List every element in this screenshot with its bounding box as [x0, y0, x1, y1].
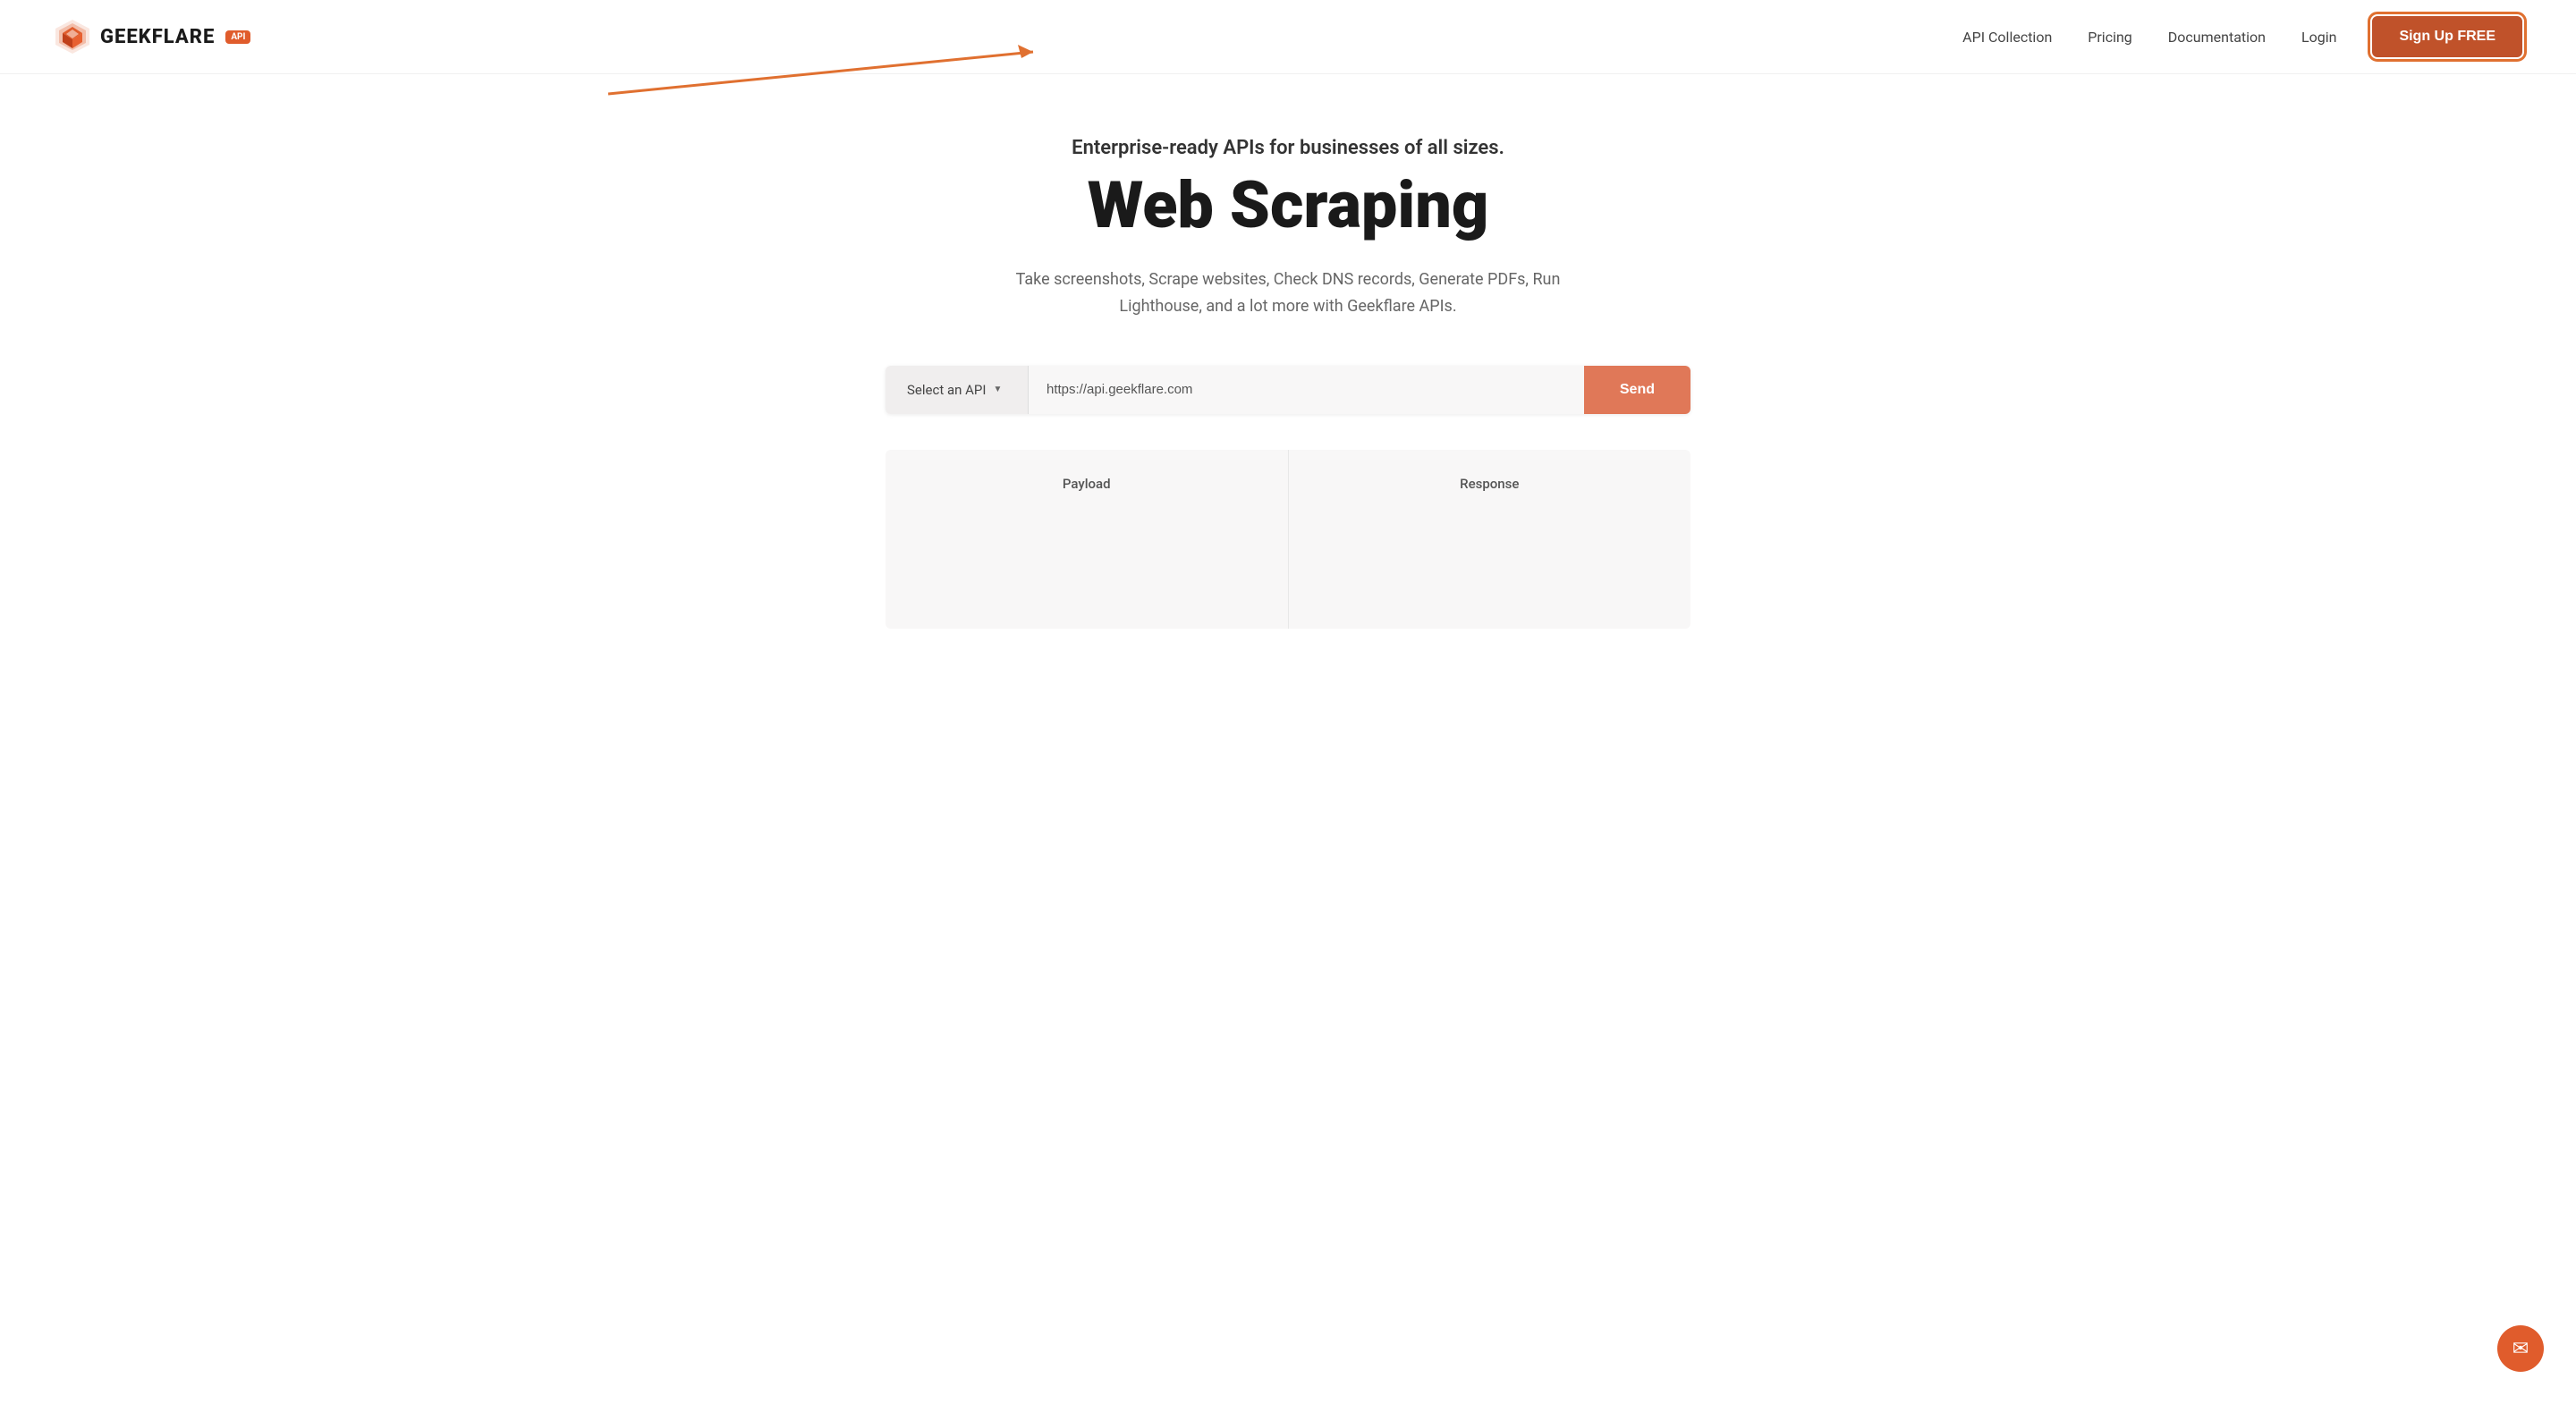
send-button[interactable]: Send	[1584, 366, 1690, 414]
payload-label: Payload	[1063, 476, 1111, 492]
nav-documentation[interactable]: Documentation	[2168, 29, 2266, 46]
chat-bubble-button[interactable]: ✉	[2497, 1325, 2544, 1372]
chat-icon: ✉	[2512, 1338, 2529, 1360]
hero-title: Web Scraping	[18, 172, 2558, 240]
nav-pricing[interactable]: Pricing	[2088, 29, 2132, 46]
logo-text: GEEKFLARE	[100, 26, 215, 48]
main-nav: API Collection Pricing Documentation Log…	[1962, 16, 2522, 57]
geekflare-logo-icon	[54, 18, 91, 55]
signup-button[interactable]: Sign Up FREE	[2372, 16, 2522, 57]
header: GEEKFLARE API API Collection Pricing Doc…	[0, 0, 2576, 74]
api-url-input[interactable]	[1029, 366, 1584, 414]
response-panel: Response	[1289, 450, 1691, 629]
select-api-label: Select an API	[907, 382, 986, 398]
logo-area: GEEKFLARE API	[54, 18, 250, 55]
response-label: Response	[1460, 476, 1519, 492]
hero-description: Take screenshots, Scrape websites, Check…	[1011, 266, 1565, 321]
api-bar: Select an API ▼ Send	[886, 366, 1690, 414]
chevron-down-icon: ▼	[993, 385, 1002, 394]
nav-login[interactable]: Login	[2301, 29, 2336, 46]
nav-api-collection[interactable]: API Collection	[1962, 29, 2052, 46]
hero-subtitle: Enterprise-ready APIs for businesses of …	[18, 137, 2558, 159]
payload-response-container: Payload Response	[886, 450, 1690, 629]
payload-panel: Payload	[886, 450, 1289, 629]
select-api-dropdown[interactable]: Select an API ▼	[886, 366, 1029, 414]
api-badge: API	[225, 30, 250, 44]
hero-section: Enterprise-ready APIs for businesses of …	[0, 74, 2576, 664]
